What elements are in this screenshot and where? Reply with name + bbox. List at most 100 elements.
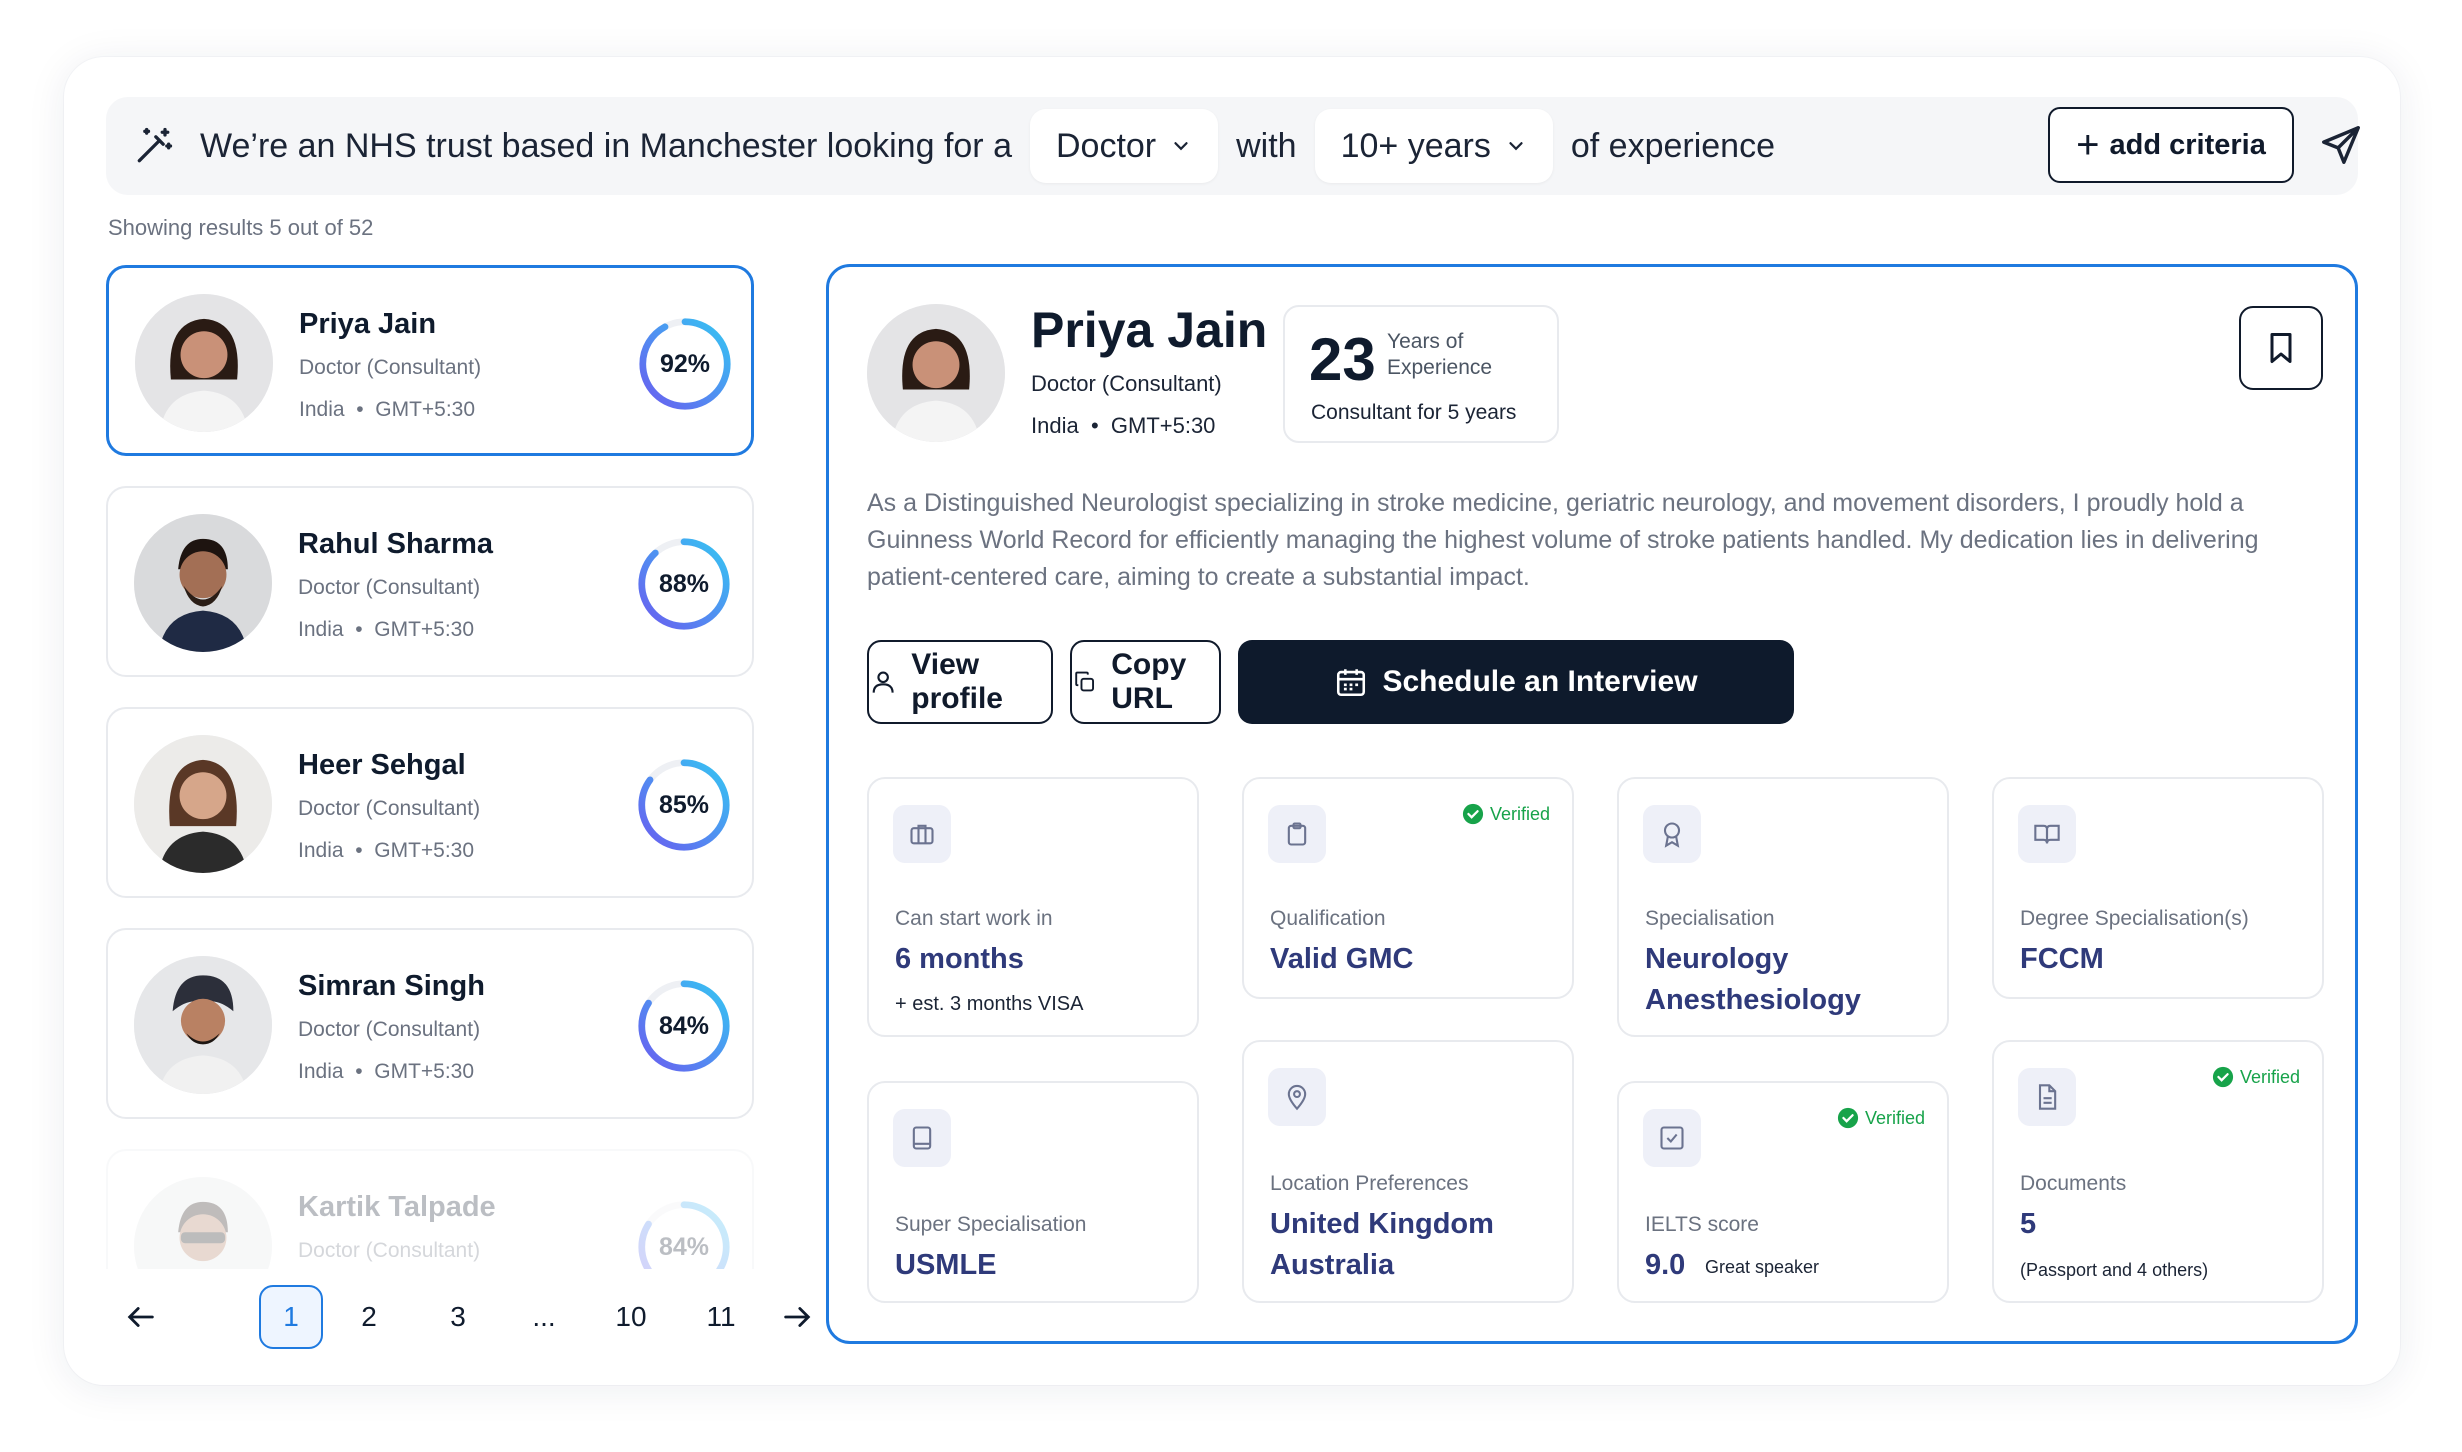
page-button-2[interactable]: 2	[349, 1285, 389, 1349]
page-button-10[interactable]: 10	[606, 1285, 656, 1349]
check-square-icon	[1643, 1109, 1701, 1167]
candidate-card[interactable]: Rahul Sharma Doctor (Consultant) India •…	[106, 486, 754, 677]
bookmark-button[interactable]	[2239, 306, 2323, 390]
user-icon	[872, 671, 894, 693]
check-circle-icon	[1837, 1107, 1859, 1129]
search-connector-text: with	[1236, 126, 1297, 165]
page-button-11[interactable]: 11	[696, 1285, 746, 1349]
specialisation-label: Specialisation	[1645, 907, 1775, 930]
super-specialisation-card: Super Specialisation USMLE	[867, 1081, 1199, 1303]
results-count: Showing results 5 out of 52	[108, 215, 374, 240]
copy-url-button[interactable]: Copy URL	[1070, 640, 1221, 724]
check-circle-icon	[2212, 1066, 2234, 1088]
candidate-role: Doctor (Consultant)	[298, 1018, 481, 1041]
avatar	[134, 514, 272, 652]
plus-icon: +	[2076, 123, 2100, 167]
briefcase-icon	[893, 805, 951, 863]
degree-label: Degree Specialisation(s)	[2020, 907, 2249, 930]
specialisation-value-2: Anesthesiology	[1645, 984, 1861, 1016]
candidate-location: India • GMT+5:30	[298, 839, 475, 862]
start-work-label: Can start work in	[895, 907, 1053, 930]
avatar	[134, 1177, 272, 1269]
documents-card: Verified Documents 5 (Passport and 4 oth…	[1992, 1040, 2324, 1303]
candidate-location: India • GMT+5:30	[299, 398, 476, 421]
file-icon	[2018, 1068, 2076, 1126]
map-pin-icon	[1268, 1068, 1326, 1126]
detail-name: Priya Jain	[1031, 302, 1268, 358]
candidate-location: India • GMT+5:30	[298, 618, 475, 641]
start-work-card: Can start work in 6 months + est. 3 mont…	[867, 777, 1199, 1037]
experience-label: Years of Experience	[1387, 330, 1493, 380]
schedule-interview-button[interactable]: Schedule an Interview	[1238, 640, 1794, 724]
candidate-card[interactable]: Kartik Talpade Doctor (Consultant) 84%	[106, 1149, 754, 1269]
next-page-button[interactable]	[772, 1285, 822, 1349]
role-dropdown[interactable]: Doctor	[1029, 109, 1219, 183]
candidate-card[interactable]: Priya Jain Doctor (Consultant) India • G…	[106, 265, 754, 456]
view-profile-button[interactable]: View profile	[867, 640, 1053, 724]
documents-label: Documents	[2020, 1172, 2127, 1195]
super-specialisation-value: USMLE	[895, 1249, 997, 1281]
match-percentage: 88%	[658, 569, 710, 598]
match-percentage: 84%	[658, 1232, 710, 1261]
copy-url-label: Copy URL	[1111, 648, 1187, 715]
specialisation-card: Specialisation Neurology Anesthesiology	[1617, 777, 1949, 1037]
candidate-card[interactable]: Simran Singh Doctor (Consultant) India •…	[106, 928, 754, 1119]
avatar	[134, 956, 272, 1094]
check-circle-icon	[1462, 803, 1484, 825]
candidate-location: India • GMT+5:30	[298, 1060, 475, 1083]
add-criteria-button[interactable]: + add criteria	[2048, 107, 2294, 183]
avatar	[135, 294, 273, 432]
degree-specialisation-card: Degree Specialisation(s) FCCM	[1992, 777, 2324, 999]
location-label: Location Preferences	[1270, 1172, 1469, 1195]
location-value-2: Australia	[1270, 1249, 1395, 1281]
experience-dropdown[interactable]: 10+ years	[1314, 109, 1553, 183]
pagination: 1 2 3 ... 10 11	[106, 1285, 811, 1349]
start-work-value: 6 months	[895, 943, 1024, 975]
detail-role: Doctor (Consultant)	[1031, 371, 1222, 396]
degree-value: FCCM	[2020, 943, 2104, 975]
ielts-card: Verified IELTS score 9.0 Great speaker	[1617, 1081, 1949, 1303]
page-button-3[interactable]: 3	[438, 1285, 478, 1349]
page-button-1[interactable]: 1	[259, 1285, 323, 1349]
copy-icon	[1075, 671, 1095, 692]
candidate-role: Doctor (Consultant)	[298, 1239, 481, 1262]
previous-page-button[interactable]	[116, 1285, 166, 1349]
qualification-label: Qualification	[1270, 907, 1386, 930]
book-open-icon	[2018, 805, 2076, 863]
experience-years: 23	[1309, 326, 1376, 393]
ielts-note: Great speaker	[1705, 1257, 1820, 1277]
ielts-label: IELTS score	[1645, 1213, 1759, 1236]
verified-badge: Verified	[2212, 1066, 2300, 1088]
match-percentage: 92%	[659, 349, 711, 378]
send-icon[interactable]	[2318, 122, 2364, 168]
location-preferences-card: Location Preferences United Kingdom Aust…	[1242, 1040, 1574, 1303]
qualification-value: Valid GMC	[1270, 943, 1414, 975]
experience-dropdown-value: 10+ years	[1340, 126, 1491, 165]
search-bar: We’re an NHS trust based in Manchester l…	[106, 97, 2360, 195]
candidate-name: Rahul Sharma	[298, 528, 493, 560]
consultant-note: Consultant for 5 years	[1311, 401, 1517, 424]
avatar	[867, 304, 1005, 442]
candidate-name: Heer Sehgal	[298, 749, 466, 781]
candidate-name: Kartik Talpade	[298, 1191, 496, 1223]
magic-wand-icon	[137, 127, 173, 163]
candidate-bio: As a Distinguished Neurologist specializ…	[867, 489, 2259, 591]
candidate-name: Priya Jain	[299, 308, 437, 340]
detail-location: India • GMT+5:30	[1031, 413, 1216, 438]
candidate-role: Doctor (Consultant)	[298, 797, 481, 820]
search-prefix-text: We’re an NHS trust based in Manchester l…	[200, 126, 1012, 165]
avatar	[134, 735, 272, 873]
verified-badge: Verified	[1837, 1107, 1925, 1129]
super-specialisation-label: Super Specialisation	[895, 1213, 1087, 1236]
app-frame: We’re an NHS trust based in Manchester l…	[64, 57, 2400, 1385]
ielts-value: 9.0	[1645, 1249, 1686, 1281]
documents-note: (Passport and 4 others)	[2020, 1260, 2209, 1280]
candidate-card[interactable]: Heer Sehgal Doctor (Consultant) India • …	[106, 707, 754, 898]
view-profile-label: View profile	[911, 648, 1003, 715]
calendar-icon	[1337, 669, 1366, 697]
candidate-role: Doctor (Consultant)	[298, 576, 481, 599]
chevron-down-icon	[1509, 142, 1523, 151]
location-value-1: United Kingdom	[1270, 1208, 1494, 1240]
qualification-card: Verified Qualification Valid GMC	[1242, 777, 1574, 999]
role-dropdown-value: Doctor	[1055, 126, 1157, 165]
